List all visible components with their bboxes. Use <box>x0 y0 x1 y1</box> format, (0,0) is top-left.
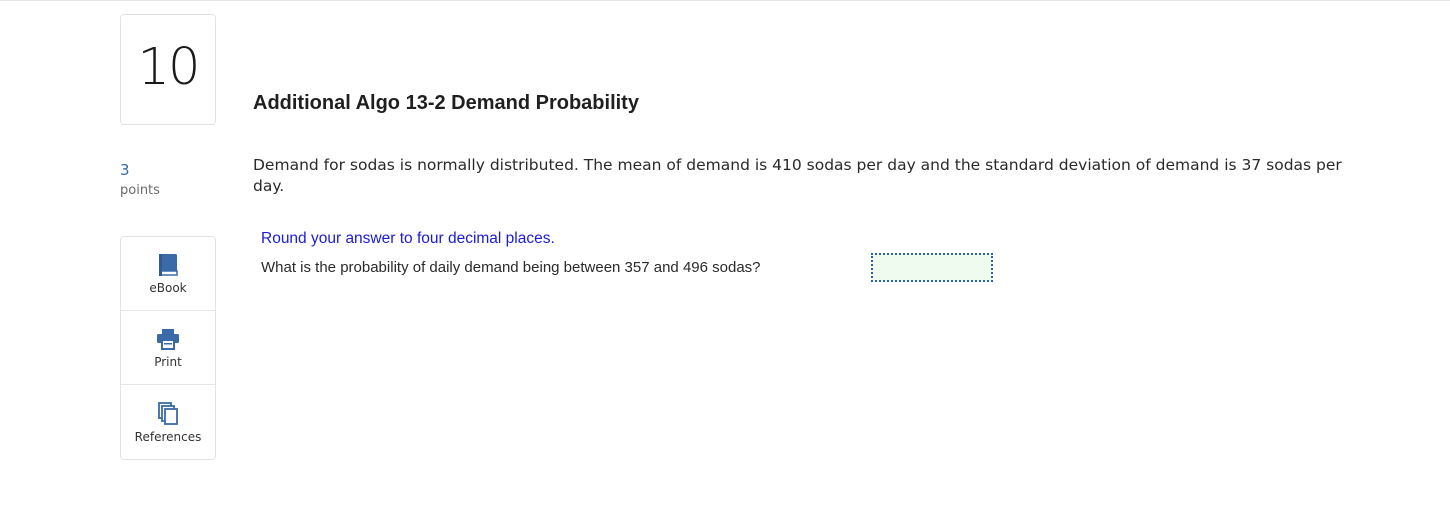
question-number: 10 <box>137 38 201 97</box>
ebook-label: eBook <box>149 281 187 295</box>
points-value: 3 <box>120 161 130 179</box>
question-number-box: 10 <box>120 14 216 125</box>
answer-input[interactable] <box>871 253 993 282</box>
points-info: 3 points <box>120 160 220 202</box>
references-icon <box>155 401 181 427</box>
tools-panel: eBook Print References <box>120 236 216 460</box>
question-page: 10 3 points eBook Print References Addit… <box>0 0 1450 516</box>
print-button[interactable]: Print <box>121 311 215 385</box>
references-button[interactable]: References <box>121 385 215 459</box>
problem-statement: Demand for sodas is normally distributed… <box>253 156 1342 195</box>
references-label: References <box>134 429 202 444</box>
printer-icon <box>155 326 181 352</box>
points-label: points <box>120 183 160 198</box>
rounding-instruction: Round your answer to four decimal places… <box>261 230 555 247</box>
print-label: Print <box>154 355 182 369</box>
question-prompt: What is the probability of daily demand … <box>261 259 761 276</box>
question-title: Additional Algo 13-2 Demand Probability <box>253 92 639 114</box>
ebook-button[interactable]: eBook <box>121 237 215 311</box>
book-icon <box>155 252 181 278</box>
top-divider <box>0 0 1450 1</box>
